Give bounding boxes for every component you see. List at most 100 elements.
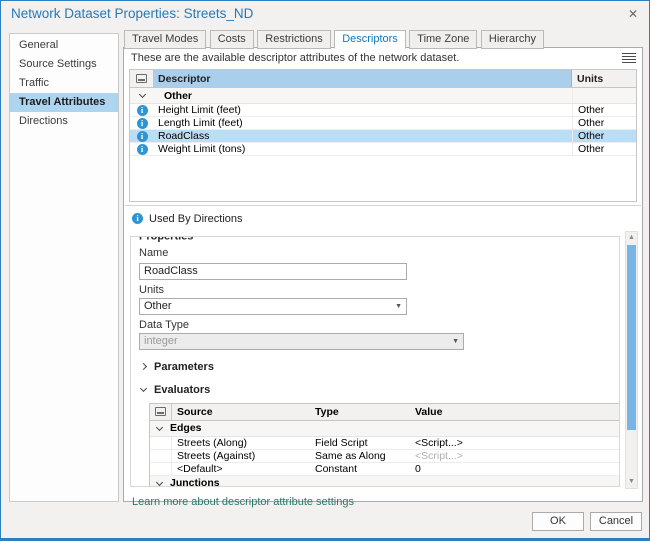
descriptor-name: Length Limit (feet)	[154, 117, 572, 129]
close-icon[interactable]: ✕	[625, 6, 641, 22]
sidebar-item-directions[interactable]: Directions	[10, 112, 118, 131]
group-label: Other	[154, 88, 572, 103]
evaluator-value[interactable]: <Script...>	[412, 437, 620, 449]
table-row-streets-against[interactable]: Streets (Against) Same as Along <Script.…	[150, 450, 620, 463]
evaluator-source: Streets (Against)	[172, 450, 312, 462]
properties-scrollbar[interactable]: ▲ ▼	[625, 231, 638, 489]
table-row-weight-limit[interactable]: i Weight Limit (tons) Other	[130, 143, 636, 156]
descriptor-units: Other	[572, 117, 636, 129]
units-dropdown[interactable]: Other ▼	[139, 298, 407, 315]
descriptor-units: Other	[572, 104, 636, 116]
evaluators-table-header: Source Type Value	[150, 404, 620, 421]
group-label: Edges	[170, 422, 202, 434]
properties-legend: Properties	[135, 236, 197, 243]
chevron-down-icon	[156, 478, 163, 485]
data-type-selected-value: integer	[144, 335, 178, 347]
info-icon: i	[130, 104, 154, 116]
tab-hierarchy[interactable]: Hierarchy	[481, 30, 544, 49]
tab-travel-modes[interactable]: Travel Modes	[124, 30, 206, 49]
source-column-header[interactable]: Source	[172, 406, 312, 418]
descriptor-name: RoadClass	[154, 130, 572, 142]
section-divider	[125, 205, 641, 206]
network-dataset-properties-dialog: Network Dataset Properties: Streets_ND ✕…	[0, 0, 650, 541]
evaluator-type[interactable]: Field Script	[312, 437, 412, 449]
evaluators-expander[interactable]: Evaluators	[141, 384, 611, 396]
descriptor-units: Other	[572, 130, 636, 142]
name-label: Name	[139, 247, 611, 259]
chevron-down-icon	[140, 385, 147, 392]
intro-text: These are the available descriptor attri…	[131, 52, 459, 64]
descriptors-panel: These are the available descriptor attri…	[123, 47, 643, 502]
intro-row: These are the available descriptor attri…	[124, 48, 642, 67]
name-field[interactable]	[139, 263, 407, 280]
descriptor-table-header: Descriptor Units	[130, 70, 636, 88]
dialog-title: Network Dataset Properties: Streets_ND	[11, 6, 253, 21]
descriptor-name: Height Limit (feet)	[154, 104, 572, 116]
table-row-streets-along[interactable]: Streets (Along) Field Script <Script...>	[150, 437, 620, 450]
table-row-height-limit[interactable]: i Height Limit (feet) Other	[130, 104, 636, 117]
cancel-button[interactable]: Cancel	[590, 512, 642, 531]
parameters-expander[interactable]: Parameters	[141, 361, 611, 373]
chevron-down-icon: ▼	[395, 303, 402, 310]
info-icon: i	[130, 130, 154, 142]
learn-more-link[interactable]: Learn more about descriptor attribute se…	[132, 496, 354, 508]
evaluator-source: <Default>	[172, 463, 312, 475]
sidebar-item-source-settings[interactable]: Source Settings	[10, 55, 118, 74]
sidebar-item-travel-attributes[interactable]: Travel Attributes	[10, 93, 118, 112]
sidebar-item-traffic[interactable]: Traffic	[10, 74, 118, 93]
descriptor-table-empty-area	[129, 156, 637, 202]
tab-costs[interactable]: Costs	[210, 30, 254, 49]
table-row-length-limit[interactable]: i Length Limit (feet) Other	[130, 117, 636, 130]
descriptor-name: Weight Limit (tons)	[154, 143, 572, 155]
used-by-directions-label: Used By Directions	[149, 213, 243, 225]
table-row-roadclass[interactable]: i RoadClass Other	[130, 130, 636, 143]
descriptor-group-row-other[interactable]: Other	[130, 88, 636, 104]
attribute-tab-bar: Travel Modes Costs Restrictions Descript…	[123, 29, 643, 48]
scrollbar-thumb[interactable]	[627, 245, 636, 430]
descriptor-column-header[interactable]: Descriptor	[154, 70, 572, 87]
evaluator-value[interactable]: 0	[412, 463, 620, 475]
evaluator-type[interactable]: Same as Along	[312, 450, 412, 462]
ok-button[interactable]: OK	[532, 512, 584, 531]
units-label: Units	[139, 284, 611, 296]
evaluators-label: Evaluators	[154, 384, 210, 396]
chevron-down-icon: ▼	[452, 338, 459, 345]
menu-icon[interactable]	[622, 51, 636, 63]
evaluator-type[interactable]: Constant	[312, 463, 412, 475]
evaluators-table: Source Type Value Edges Streets (Along) …	[149, 403, 620, 488]
info-icon: i	[130, 117, 154, 129]
tab-descriptors[interactable]: Descriptors	[334, 30, 406, 49]
properties-scroll-region: Properties Name Units Other ▼ Data Type …	[130, 231, 638, 489]
units-column-header[interactable]: Units	[572, 70, 636, 87]
data-type-label: Data Type	[139, 319, 611, 331]
sidebar-item-general[interactable]: General	[10, 36, 118, 55]
chevron-down-icon[interactable]	[130, 88, 154, 103]
evaluator-source: Streets (Along)	[172, 437, 312, 449]
travel-attributes-content: Travel Modes Costs Restrictions Descript…	[123, 29, 643, 502]
tab-restrictions[interactable]: Restrictions	[257, 30, 330, 49]
settings-sidebar: General Source Settings Traffic Travel A…	[9, 33, 119, 502]
info-icon: i	[130, 143, 154, 155]
tab-time-zone[interactable]: Time Zone	[409, 30, 477, 49]
scroll-down-icon[interactable]: ▼	[626, 476, 637, 488]
type-column-header[interactable]: Type	[312, 406, 412, 418]
title-bar: Network Dataset Properties: Streets_ND ✕	[1, 1, 649, 28]
learn-more-row: Learn more about descriptor attribute se…	[124, 489, 642, 507]
info-icon: i	[132, 213, 143, 224]
chevron-right-icon	[140, 363, 147, 370]
properties-groupbox: Properties Name Units Other ▼ Data Type …	[130, 236, 620, 487]
scroll-up-icon[interactable]: ▲	[626, 232, 637, 244]
parameters-label: Parameters	[154, 361, 214, 373]
evaluator-value[interactable]: <Script...>	[412, 450, 620, 462]
units-selected-value: Other	[144, 300, 172, 312]
evaluator-group-junctions[interactable]: Junctions	[150, 476, 620, 488]
value-column-header[interactable]: Value	[412, 406, 620, 418]
evaluator-group-edges[interactable]: Edges	[150, 421, 620, 437]
descriptor-table: Descriptor Units Other i Height Limit (f…	[129, 69, 637, 156]
dialog-footer: OK Cancel	[532, 512, 642, 531]
data-type-dropdown: integer ▼	[139, 333, 464, 350]
group-label: Junctions	[170, 477, 220, 487]
table-row-edges-default[interactable]: <Default> Constant 0	[150, 463, 620, 476]
evaluator-type-icon	[130, 70, 154, 87]
descriptor-units: Other	[572, 143, 636, 155]
